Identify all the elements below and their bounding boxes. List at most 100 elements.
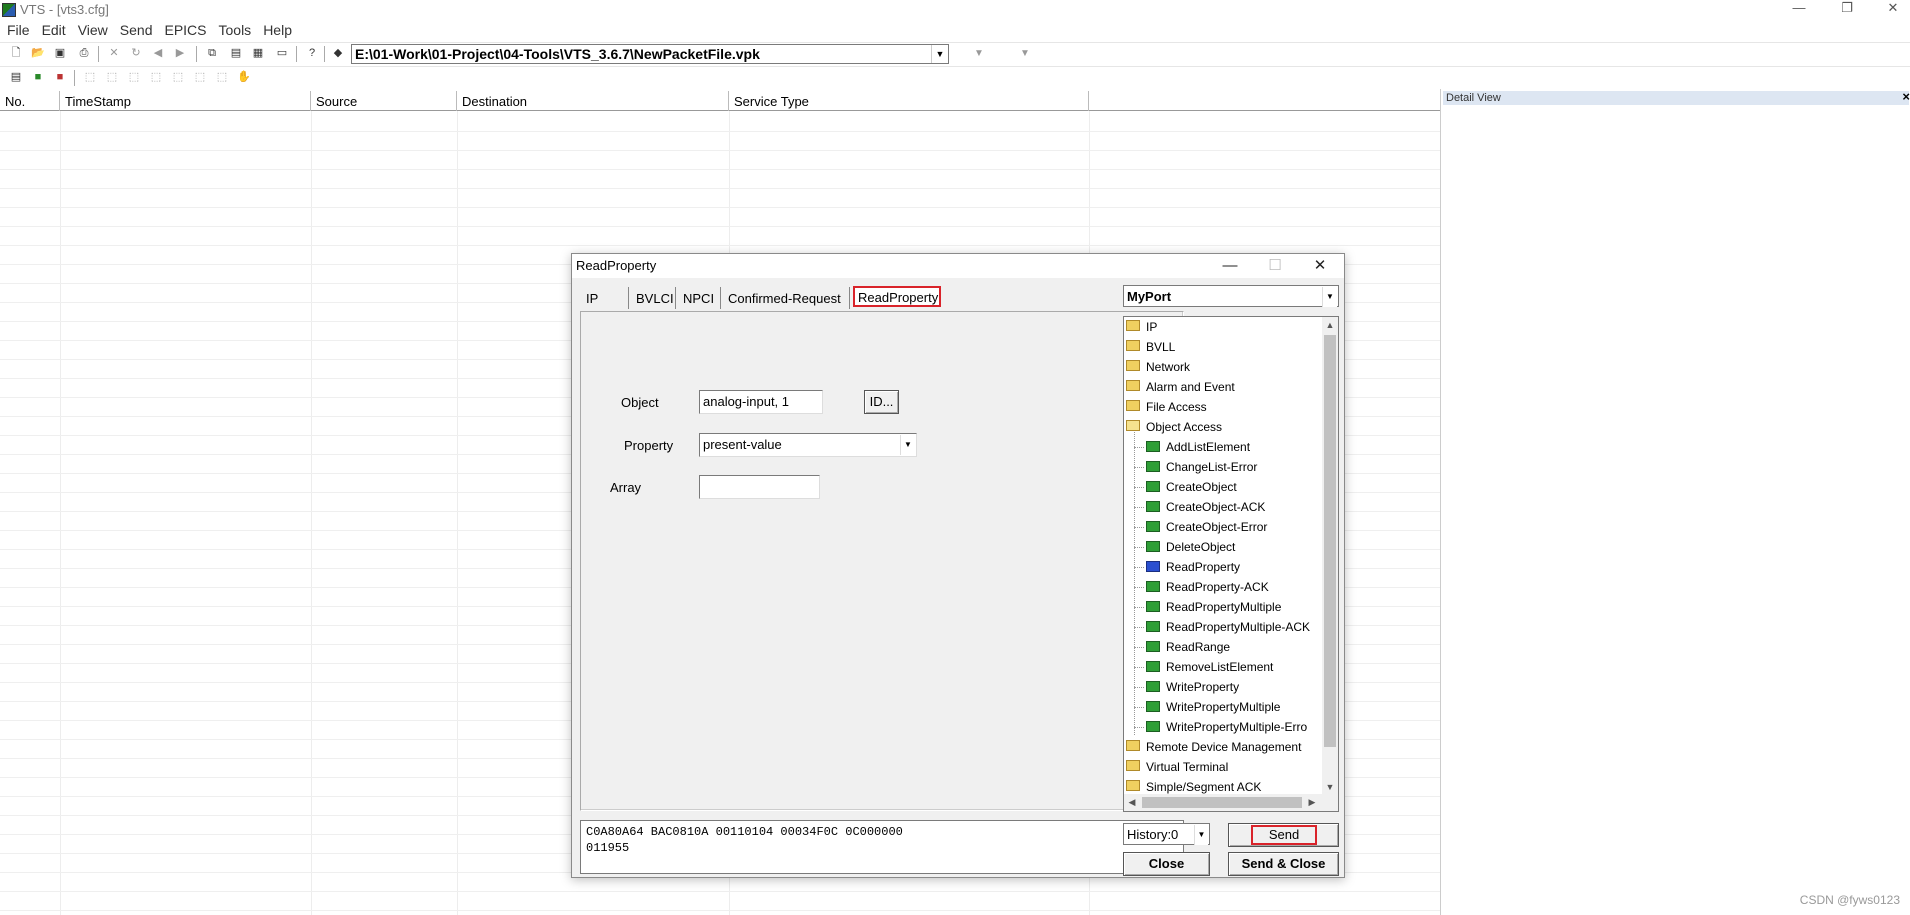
message-icon xyxy=(1146,541,1160,552)
help-icon[interactable]: ? xyxy=(304,46,320,61)
save-icon[interactable]: ▣ xyxy=(52,46,68,61)
tree-message-item[interactable]: CreateObject xyxy=(1124,477,1322,497)
port-select[interactable]: MyPort ▼ xyxy=(1123,285,1339,307)
tree-folder-item[interactable]: File Access xyxy=(1124,397,1322,417)
hand-icon[interactable]: ✋ xyxy=(236,70,252,85)
menu-tools[interactable]: Tools xyxy=(212,20,257,41)
restore-button[interactable]: ❐ xyxy=(1824,0,1870,20)
tree-folder-item[interactable]: Virtual Terminal xyxy=(1124,757,1322,777)
detail-view-close-icon[interactable]: × xyxy=(1902,89,1910,104)
minimize-button[interactable]: — xyxy=(1776,0,1822,20)
scroll-right-icon[interactable]: ▶ xyxy=(1304,794,1320,811)
scroll-up-icon[interactable]: ▲ xyxy=(1322,317,1338,333)
step-icon-2[interactable]: ⬚ xyxy=(104,70,120,85)
tree-folder-item[interactable]: Network xyxy=(1124,357,1322,377)
step-icon-6[interactable]: ⬚ xyxy=(192,70,208,85)
tree-message-item[interactable]: ReadPropertyMultiple-ACK xyxy=(1124,617,1322,637)
open-folder-icon[interactable]: 📂 xyxy=(30,46,46,61)
tree-folder-item[interactable]: Alarm and Event xyxy=(1124,377,1322,397)
tree-message-item[interactable]: DeleteObject xyxy=(1124,537,1322,557)
chevron-down-icon[interactable]: ▼ xyxy=(1194,825,1208,845)
send-window-icon[interactable]: ⧉ xyxy=(204,46,220,61)
tree-message-item[interactable]: RemoveListElement xyxy=(1124,657,1322,677)
packet-file-path-combo[interactable]: E:\01-Work\01-Project\04-Tools\VTS_3.6.7… xyxy=(351,44,949,64)
step-icon-5[interactable]: ⬚ xyxy=(170,70,186,85)
column-destination[interactable]: Destination xyxy=(457,91,729,111)
tree-folder-item[interactable]: Object Access xyxy=(1124,417,1322,437)
column-timestamp[interactable]: TimeStamp xyxy=(60,91,311,111)
watermark: CSDN @fyws0123 xyxy=(1799,893,1900,907)
print-icon[interactable]: ⎙ xyxy=(76,46,92,61)
tree-message-item[interactable]: ReadPropertyMultiple xyxy=(1124,597,1322,617)
tab-ip[interactable]: IP xyxy=(582,287,629,309)
scroll-down-icon[interactable]: ▼ xyxy=(1322,779,1338,795)
tree-message-item[interactable]: AddListElement xyxy=(1124,437,1322,457)
array-field[interactable] xyxy=(699,475,820,499)
tab-confirmed-request[interactable]: Confirmed-Request xyxy=(724,287,850,309)
tree-folder-item[interactable]: IP xyxy=(1124,317,1322,337)
detail-icon[interactable]: ▦ xyxy=(250,46,266,61)
chevron-down-icon[interactable]: ▼ xyxy=(931,45,948,63)
history-select[interactable]: History:0 ▼ xyxy=(1123,823,1210,845)
step-icon-4[interactable]: ⬚ xyxy=(148,70,164,85)
refresh-icon[interactable]: ↻ xyxy=(128,46,144,61)
tab-readproperty[interactable]: ReadProperty xyxy=(853,286,941,307)
tree-hscroll-thumb[interactable] xyxy=(1142,797,1302,808)
column-source[interactable]: Source xyxy=(311,91,457,111)
dialog-close-button[interactable]: ✕ xyxy=(1300,256,1340,276)
menu-edit[interactable]: Edit xyxy=(35,20,71,41)
tree-folder-item[interactable]: Remote Device Management xyxy=(1124,737,1322,757)
menu-help[interactable]: Help xyxy=(256,20,297,41)
object-field[interactable]: analog-input, 1 xyxy=(699,390,823,414)
encoded-packet-hex[interactable]: C0A80A64 BAC0810A 00110104 00034F0C 0C00… xyxy=(580,820,1184,874)
forward-icon[interactable]: ▶ xyxy=(172,46,188,61)
send-and-close-button[interactable]: Send & Close xyxy=(1228,852,1339,876)
tree-message-item[interactable]: ReadProperty xyxy=(1124,557,1322,577)
dialog-minimize-button[interactable]: — xyxy=(1210,256,1250,276)
delete-icon[interactable]: ✕ xyxy=(106,46,122,61)
filter-combo-1[interactable]: ▼ xyxy=(958,44,1000,64)
message-tree[interactable]: IP BVLL Network Alarm and Event File Access O… xyxy=(1123,316,1339,812)
close-button[interactable]: ✕ xyxy=(1870,0,1910,20)
tree-message-item[interactable]: WriteProperty xyxy=(1124,677,1322,697)
chevron-down-icon[interactable]: ▼ xyxy=(1322,287,1337,307)
tree-message-item[interactable]: WritePropertyMultiple xyxy=(1124,697,1322,717)
tree-message-item[interactable]: WritePropertyMultiple-Erro xyxy=(1124,717,1322,737)
object-id-button[interactable]: ID... xyxy=(864,390,899,414)
new-file-icon[interactable]: 🗋 xyxy=(8,46,24,61)
hex-icon[interactable]: ▭ xyxy=(274,46,290,61)
run-icon[interactable]: ■ xyxy=(30,70,46,85)
tree-message-item[interactable]: ReadRange xyxy=(1124,637,1322,657)
column-no[interactable]: No. xyxy=(0,91,60,111)
tree-vertical-scrollbar[interactable]: ▲ ▼ xyxy=(1322,317,1338,795)
tree-folder-item[interactable]: BVLL xyxy=(1124,337,1322,357)
tree-message-item[interactable]: CreateObject-Error xyxy=(1124,517,1322,537)
chevron-down-icon[interactable]: ▼ xyxy=(900,435,915,455)
close-dialog-button[interactable]: Close xyxy=(1123,852,1210,876)
property-select[interactable]: present-value ▼ xyxy=(699,433,917,457)
filter-combo-2[interactable]: ▼ xyxy=(1004,44,1046,64)
tree-message-item[interactable]: CreateObject-ACK xyxy=(1124,497,1322,517)
packet-file-icon[interactable]: ◆ xyxy=(330,46,346,61)
stop-icon[interactable]: ■ xyxy=(52,70,68,85)
menu-send[interactable]: Send xyxy=(113,20,158,41)
step-icon-3[interactable]: ⬚ xyxy=(126,70,142,85)
menu-view[interactable]: View xyxy=(71,20,113,41)
scroll-left-icon[interactable]: ◀ xyxy=(1124,794,1140,811)
script-icon[interactable]: ▤ xyxy=(228,46,244,61)
tab-npci[interactable]: NPCI xyxy=(679,287,721,309)
column-service-type[interactable]: Service Type xyxy=(729,91,1089,111)
step-icon-1[interactable]: ⬚ xyxy=(82,70,98,85)
step-icon-7[interactable]: ⬚ xyxy=(214,70,230,85)
tree-scroll-thumb[interactable] xyxy=(1324,335,1336,747)
tab-bvlci[interactable]: BVLCI xyxy=(632,287,676,309)
menu-epics[interactable]: EPICS xyxy=(157,20,211,41)
message-icon xyxy=(1146,661,1160,672)
back-icon[interactable]: ◀ xyxy=(150,46,166,61)
log-icon[interactable]: ▤ xyxy=(8,70,24,85)
send-button[interactable]: Send xyxy=(1228,823,1339,847)
tree-horizontal-scrollbar[interactable]: ◀ ▶ xyxy=(1124,794,1338,811)
tree-message-item[interactable]: ReadProperty-ACK xyxy=(1124,577,1322,597)
tree-message-item[interactable]: ChangeList-Error xyxy=(1124,457,1322,477)
menu-file[interactable]: File xyxy=(0,20,35,41)
